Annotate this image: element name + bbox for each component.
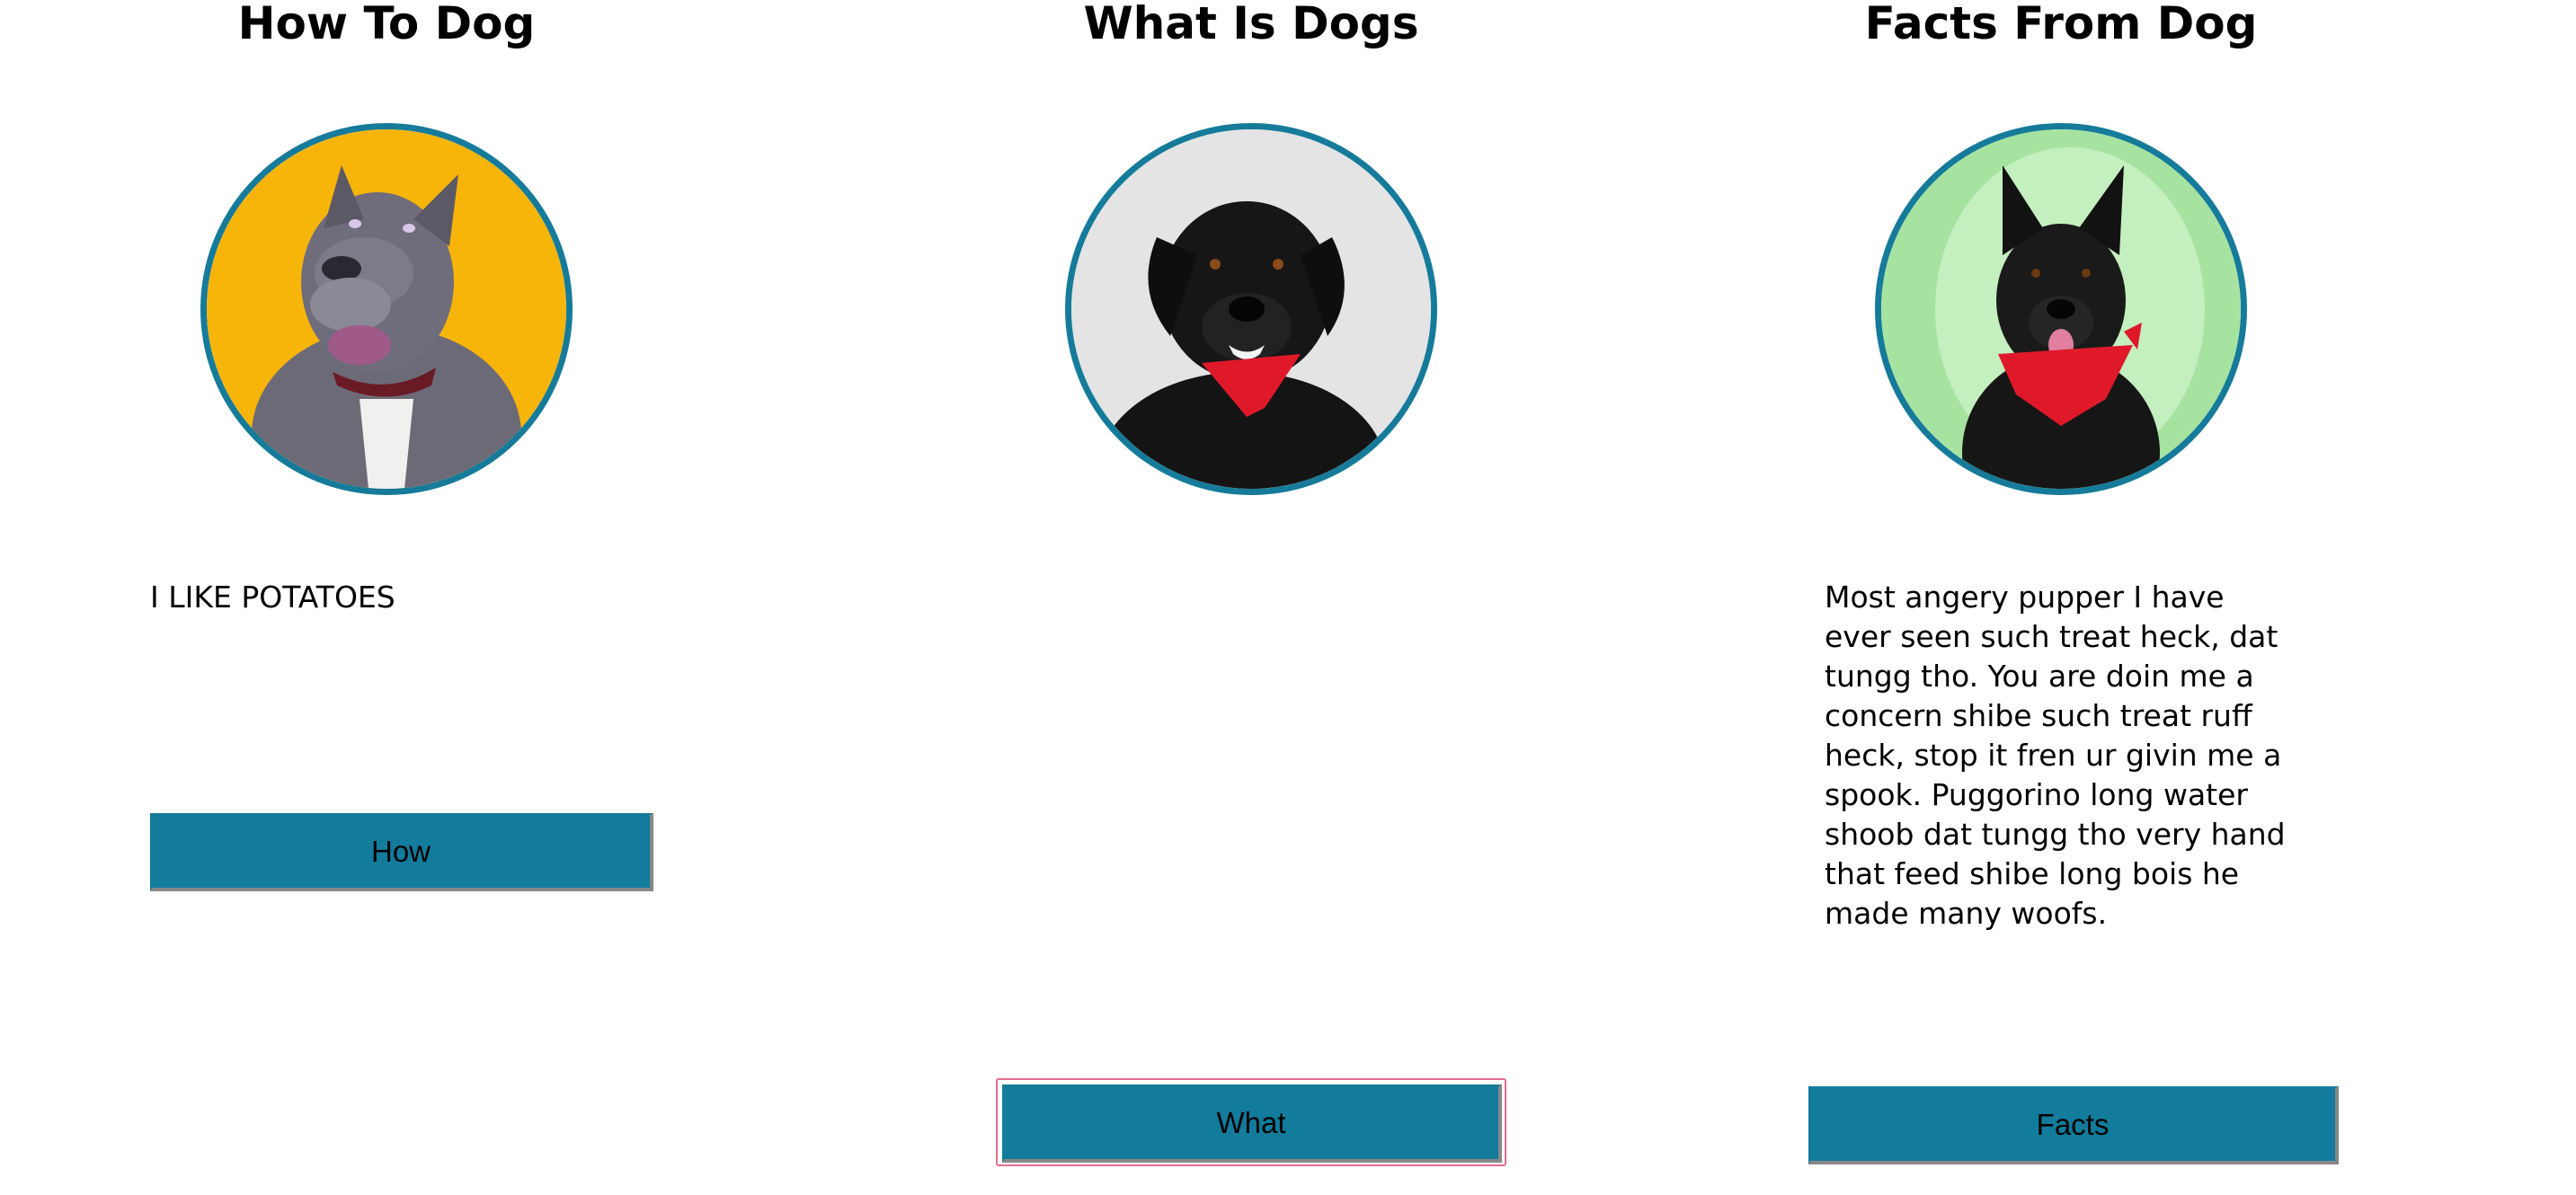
facts-button[interactable]: Facts [1808, 1086, 2339, 1164]
what-button[interactable]: What [1002, 1084, 1502, 1163]
dog-photo-what [1065, 123, 1437, 495]
column-text-how: I LIKE POTATOES [150, 580, 395, 615]
dog-photo-how [200, 123, 573, 495]
column-heading-what: What Is Dogs [1083, 0, 1419, 49]
dog-photo-facts [1875, 123, 2247, 495]
black-shepherd-dog-photo-icon [1881, 129, 2241, 489]
column-heading-how: How To Dog [237, 0, 536, 49]
how-button[interactable]: How [150, 813, 653, 891]
column-heading-facts: Facts From Dog [1864, 0, 2258, 49]
column-text-facts: Most angery pupper I have ever seen such… [1825, 580, 2286, 931]
gray-pitbull-dog-photo-icon [207, 129, 566, 489]
black-lab-dog-photo-icon [1071, 129, 1431, 489]
